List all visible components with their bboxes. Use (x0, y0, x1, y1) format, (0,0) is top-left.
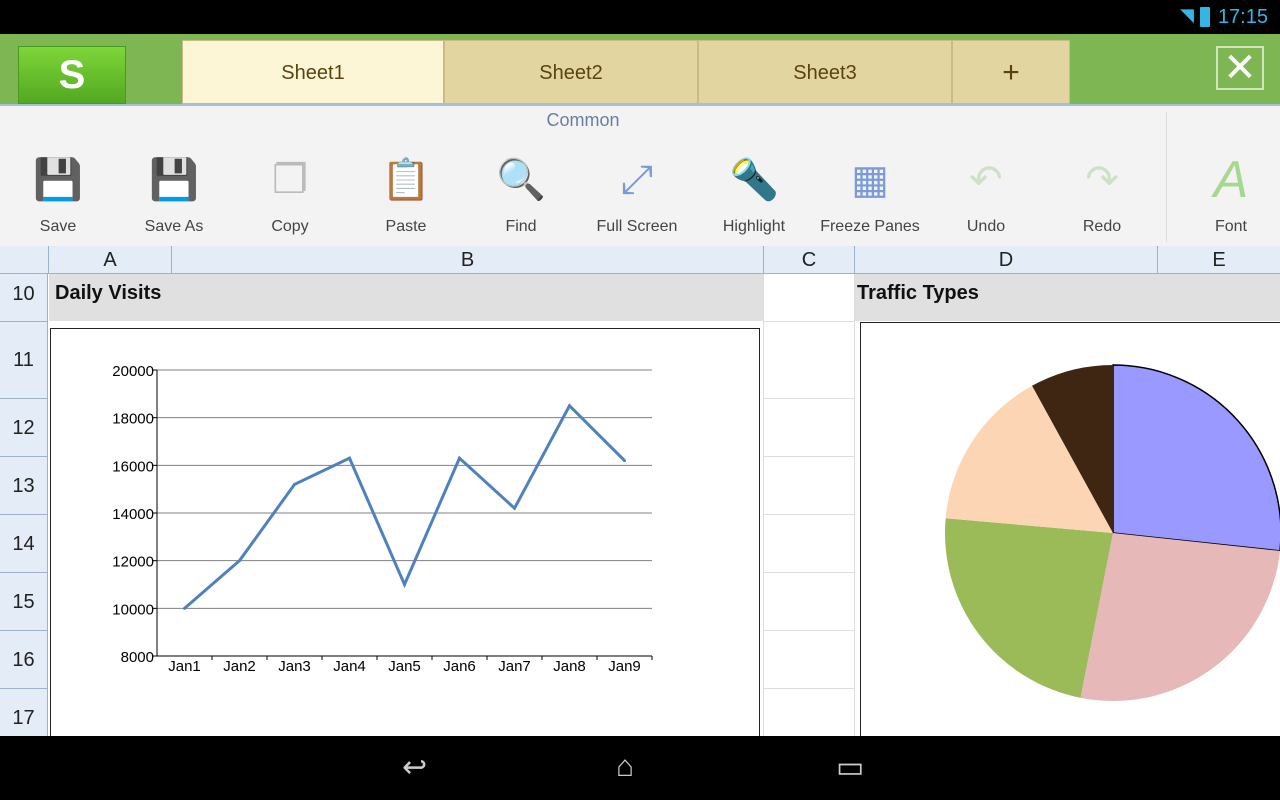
x-tick-label: Jan5 (388, 658, 421, 675)
ribbon-divider (1166, 112, 1167, 242)
line-chart-svg: 8000 10000 12000 14000 16000 18000 20000 Jan1 Ja… (112, 363, 653, 675)
gridline (764, 321, 854, 322)
x-tick-label: Jan3 (278, 658, 311, 675)
font-icon: A (1213, 151, 1249, 209)
home-icon[interactable]: ⌂ (616, 750, 634, 784)
app-logo-button[interactable]: S (18, 46, 126, 104)
x-tick-label: Jan8 (553, 658, 586, 675)
cell-daily-visits-title[interactable]: Daily Visits (49, 274, 763, 321)
redo-icon: ↷ (1085, 158, 1119, 202)
ribbon-toolbar: Common 💾 Save 💾 Save As ❐ Copy 📋 Paste 🔍 Find… (0, 104, 1280, 246)
save-as-icon: 💾 (149, 158, 199, 202)
row-header-16[interactable]: 16 (0, 631, 48, 689)
y-tick-label: 14000 (112, 506, 154, 523)
gridline (764, 456, 854, 457)
undo-icon: ↶ (969, 158, 1003, 202)
gridline (764, 630, 854, 631)
column-header-a[interactable]: A (48, 246, 171, 274)
y-tick-label: 12000 (112, 554, 154, 571)
gridline (764, 572, 854, 573)
back-icon[interactable]: ↩ (402, 750, 427, 785)
y-tick-label: 10000 (112, 601, 154, 618)
pie-chart-svg (945, 364, 1280, 701)
highlight-button[interactable]: 🔦 Highlight (699, 152, 809, 236)
pie-slice (1080, 533, 1280, 701)
row-header-15[interactable]: 15 (0, 573, 48, 631)
gridline (854, 274, 855, 736)
tab-sheet1[interactable]: Sheet1 (182, 40, 444, 104)
paste-button[interactable]: 📋 Paste (351, 152, 461, 236)
full-screen-button[interactable]: ⤢ Full Screen (582, 152, 692, 236)
ribbon-group-label: Common (546, 110, 620, 130)
font-button[interactable]: A Font (1176, 152, 1280, 236)
clock: 17:15 (1217, 6, 1268, 28)
save-icon: 💾 (33, 158, 83, 202)
y-tick-label: 16000 (112, 458, 154, 475)
column-header-b[interactable]: B (171, 246, 763, 274)
x-tick-label: Jan6 (443, 658, 476, 675)
x-tick-label: Jan4 (333, 658, 366, 675)
wifi-icon: ◥ (1180, 5, 1194, 25)
column-header-e[interactable]: E (1157, 246, 1280, 274)
status-bar: ◥ 17:15 (0, 0, 1280, 34)
gridline (764, 398, 854, 399)
find-button[interactable]: 🔍 Find (466, 152, 576, 236)
column-headers: A B C D E (0, 246, 1280, 274)
row-header-14[interactable]: 14 (0, 515, 48, 573)
undo-button[interactable]: ↶ Undo (931, 152, 1041, 236)
row-header-10[interactable]: 10 (0, 274, 48, 322)
row-header-12[interactable]: 12 (0, 399, 48, 457)
y-tick-label: 8000 (121, 649, 154, 666)
add-sheet-button[interactable]: + (952, 40, 1070, 104)
save-button[interactable]: 💾 Save (3, 152, 113, 236)
y-tick-label: 18000 (112, 411, 154, 428)
tab-sheet2[interactable]: Sheet2 (444, 40, 698, 104)
line-chart-daily-visits[interactable]: 8000 10000 12000 14000 16000 18000 20000 Jan1 Ja… (50, 328, 760, 748)
gridline (764, 514, 854, 515)
sheet-tab-bar: S Sheet1 Sheet2 Sheet3 + ✕ (0, 34, 1280, 104)
freeze-panes-button[interactable]: ▦ Freeze Panes (815, 152, 925, 236)
gridline (764, 688, 854, 689)
close-button[interactable]: ✕ (1216, 46, 1264, 90)
pie-slice (1112, 364, 1280, 552)
gridline (763, 274, 764, 736)
x-tick-label: Jan1 (168, 658, 201, 675)
copy-icon: ❐ (272, 158, 308, 202)
battery-icon (1200, 7, 1210, 27)
tab-sheet3[interactable]: Sheet3 (698, 40, 952, 104)
paste-icon: 📋 (381, 158, 431, 202)
copy-button[interactable]: ❐ Copy (235, 152, 345, 236)
column-header-d[interactable]: D (854, 246, 1157, 274)
pie-chart-traffic-types[interactable] (860, 322, 1280, 752)
redo-button[interactable]: ↷ Redo (1047, 152, 1157, 236)
x-tick-label: Jan9 (608, 658, 641, 675)
row-header-11[interactable]: 11 (0, 322, 48, 399)
x-tick-label: Jan7 (498, 658, 531, 675)
find-icon: 🔍 (496, 158, 546, 202)
navigation-bar: ↩ ⌂ ▭ (0, 736, 1280, 800)
y-tick-label: 20000 (112, 363, 154, 380)
x-tick-label: Jan2 (223, 658, 256, 675)
cell-traffic-types-title[interactable]: Traffic Types (855, 274, 1280, 321)
column-header-c[interactable]: C (763, 246, 854, 274)
save-as-button[interactable]: 💾 Save As (119, 152, 229, 236)
full-screen-icon: ⤢ (621, 158, 653, 202)
series-line (183, 403, 626, 610)
highlight-icon: 🔦 (729, 158, 779, 202)
recent-apps-icon[interactable]: ▭ (836, 750, 864, 785)
freeze-panes-icon: ▦ (851, 158, 889, 202)
row-header-13[interactable]: 13 (0, 457, 48, 515)
